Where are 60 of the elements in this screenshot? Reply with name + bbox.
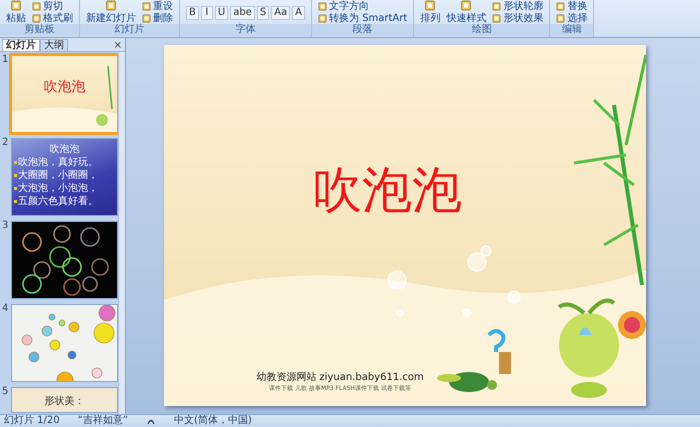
- ribbon-button[interactable]: 新建幻灯片: [86, 0, 136, 24]
- group-label: 段落: [312, 24, 414, 36]
- format-button[interactable]: U: [214, 6, 228, 20]
- slide-thumbnail[interactable]: 吹泡泡 吹泡泡，真好玩。 大圈圈，小圈圈， 大泡泡，小泡泡， 五颜六色真好看。: [10, 138, 118, 216]
- ribbon-button[interactable]: 选择: [556, 12, 588, 24]
- slide-number: 3: [2, 221, 10, 233]
- group-label: 字体: [180, 24, 312, 36]
- slide-thumbnail[interactable]: 形状美：: [10, 387, 118, 413]
- thumbnail-line: 大圈圈，小圈圈，: [18, 169, 98, 182]
- thumbnail-line: 大泡泡，小泡泡，: [18, 182, 98, 195]
- thumbnail-title: 形状美：: [43, 394, 86, 408]
- ribbon-button[interactable]: 粘贴: [6, 0, 26, 24]
- ribbon-button[interactable]: 格式刷: [32, 12, 73, 24]
- group-label: 绘图: [414, 24, 550, 36]
- ribbon-button[interactable]: 删除: [142, 12, 173, 24]
- ribbon-button[interactable]: 替换: [556, 0, 588, 12]
- format-button[interactable]: A: [292, 6, 306, 20]
- ribbon-button[interactable]: 形状轮廓: [492, 0, 544, 12]
- format-button[interactable]: abe: [230, 6, 255, 20]
- slide-counter: 幻灯片 1/20: [4, 415, 60, 427]
- slide-number: 5: [2, 387, 10, 399]
- ribbon-button[interactable]: 剪切: [32, 0, 73, 12]
- format-button[interactable]: S: [256, 6, 270, 20]
- group-label: 编辑: [550, 24, 594, 36]
- ribbon-button[interactable]: 快速样式: [446, 0, 486, 24]
- theme-name: “吉祥如意”: [78, 415, 128, 427]
- panel-tab[interactable]: 幻灯片: [2, 39, 40, 51]
- ribbon-button[interactable]: 文字方向: [318, 0, 408, 12]
- bullet-icon: [14, 161, 17, 164]
- ribbon-button[interactable]: 转换为 SmartArt: [318, 12, 408, 24]
- bullet-icon: [14, 200, 17, 203]
- slide-thumbnail[interactable]: 吹泡泡: [8, 53, 118, 135]
- tool-icon: [10, 0, 22, 11]
- slide-number: 2: [2, 138, 10, 150]
- ribbon-button[interactable]: 重设: [142, 0, 173, 12]
- bullet-icon: [14, 187, 17, 190]
- language-label: 中文(简体，中国): [174, 415, 252, 427]
- tool-icon: [460, 0, 472, 11]
- format-button[interactable]: B: [186, 6, 199, 20]
- slide-number: 4: [2, 304, 10, 316]
- slide-title: 吹泡泡: [312, 160, 462, 221]
- slide-number: 1: [2, 55, 10, 67]
- group-label: 幻灯片: [80, 24, 179, 36]
- bullet-icon: [14, 174, 17, 177]
- thumbnail-line: 吹泡泡，真好玩。: [18, 156, 98, 169]
- close-button[interactable]: ×: [110, 40, 125, 51]
- scrollbar[interactable]: [118, 52, 125, 414]
- tool-icon: [424, 0, 436, 11]
- format-button[interactable]: I: [200, 6, 213, 20]
- thumbnail-title: 吹泡泡: [42, 78, 86, 96]
- ribbon-button[interactable]: 形状效果: [492, 12, 544, 24]
- panel-tab[interactable]: 大纲: [40, 39, 68, 51]
- ribbon-button[interactable]: 排列: [420, 0, 440, 24]
- format-button[interactable]: Aa: [271, 6, 290, 20]
- tool-icon: [105, 0, 117, 11]
- thumbnail-title: 吹泡泡: [48, 143, 80, 156]
- website-caption: 幼教资源网站 ziyuan.baby611.com: [256, 370, 424, 384]
- group-label: 剪贴板: [0, 24, 79, 36]
- thumbnail-line: 五颜六色真好看。: [18, 195, 98, 208]
- question-mark-icon: [488, 329, 506, 352]
